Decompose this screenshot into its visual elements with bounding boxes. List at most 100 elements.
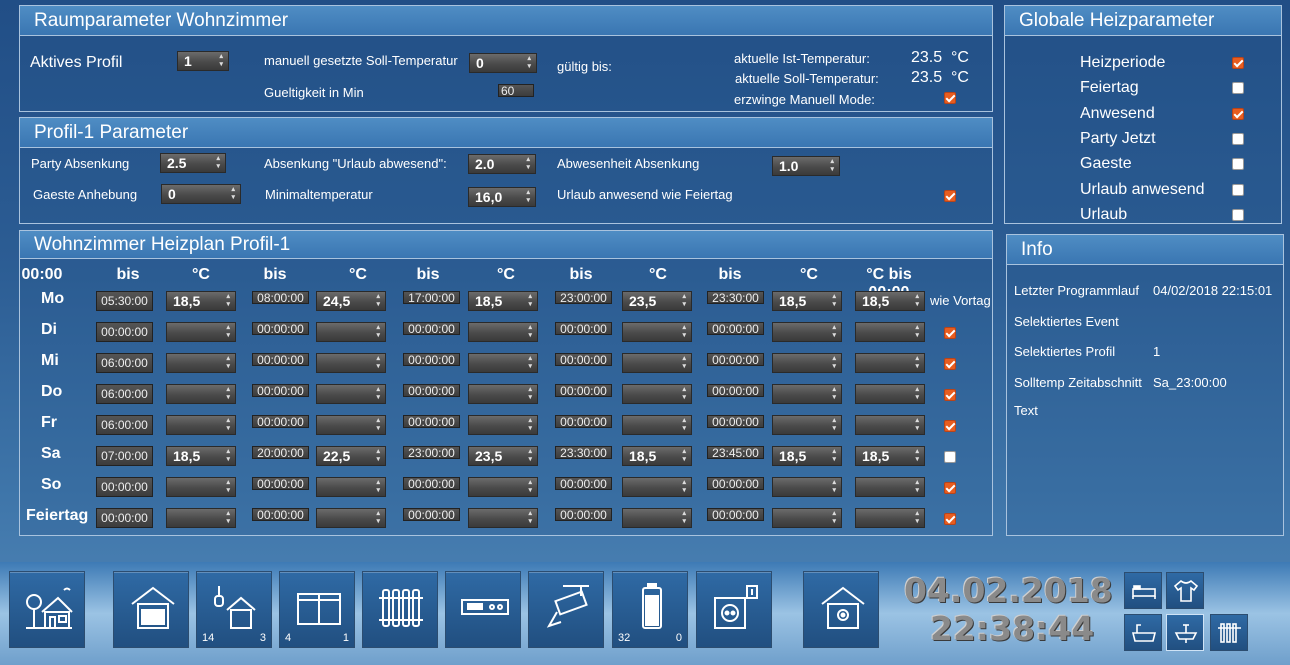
active-profile-select[interactable]: 1 xyxy=(177,51,229,71)
schedule-temp-select[interactable]: 18,5 xyxy=(855,291,925,311)
schedule-time-input[interactable]: 00:00:00 xyxy=(252,477,309,490)
min-temp-select[interactable]: 16,0 xyxy=(468,187,536,207)
schedule-temp-select[interactable] xyxy=(316,477,386,497)
schedule-time-input[interactable]: 23:00:00 xyxy=(403,446,460,459)
bathroom-button[interactable] xyxy=(1124,614,1162,651)
schedule-time-input[interactable]: 00:00:00 xyxy=(707,477,764,490)
schedule-time-input[interactable]: 17:00:00 xyxy=(403,291,460,304)
urlaub-feiertag-checkbox[interactable] xyxy=(944,190,956,202)
schedule-temp-select[interactable] xyxy=(772,508,842,528)
schedule-temp-select[interactable]: 18,5 xyxy=(772,446,842,466)
schedule-temp-select[interactable] xyxy=(772,353,842,373)
same-as-yesterday-checkbox[interactable] xyxy=(944,451,956,463)
schedule-temp-select[interactable] xyxy=(622,322,692,342)
schedule-time-input[interactable]: 00:00:00 xyxy=(403,415,460,428)
schedule-time-input[interactable]: 23:00:00 xyxy=(555,291,612,304)
schedule-temp-select[interactable] xyxy=(316,322,386,342)
schedule-time-input[interactable]: 00:00:00 xyxy=(252,508,309,521)
schedule-temp-select[interactable] xyxy=(468,353,538,373)
schedule-time-input[interactable]: 00:00:00 xyxy=(252,322,309,335)
schedule-time-input[interactable]: 06:00:00 xyxy=(96,384,153,404)
gaeste-select[interactable]: 0 xyxy=(161,184,241,204)
schedule-time-input[interactable]: 00:00:00 xyxy=(707,384,764,397)
lights-button[interactable]: 14 3 xyxy=(196,571,272,648)
battery-button[interactable]: 32 0 xyxy=(612,571,688,648)
schedule-time-input[interactable]: 00:00:00 xyxy=(96,477,153,497)
schedule-temp-select[interactable] xyxy=(316,384,386,404)
global-item-checkbox[interactable] xyxy=(1232,183,1244,196)
global-item-checkbox[interactable] xyxy=(1232,57,1244,69)
manual-temp-select[interactable]: 0 xyxy=(469,53,537,73)
schedule-temp-select[interactable] xyxy=(622,508,692,528)
home-outdoor-button[interactable] xyxy=(9,571,85,648)
schedule-temp-select[interactable] xyxy=(855,353,925,373)
schedule-temp-select[interactable] xyxy=(316,415,386,435)
schedule-time-input[interactable]: 00:00:00 xyxy=(707,415,764,428)
schedule-temp-select[interactable] xyxy=(468,384,538,404)
schedule-temp-select[interactable] xyxy=(772,384,842,404)
global-item-checkbox[interactable] xyxy=(1232,208,1244,221)
schedule-temp-select[interactable] xyxy=(622,415,692,435)
schedule-time-input[interactable]: 00:00:00 xyxy=(403,477,460,490)
same-as-yesterday-checkbox[interactable] xyxy=(944,420,956,432)
schedule-time-input[interactable]: 06:00:00 xyxy=(96,415,153,435)
heating-small-button[interactable] xyxy=(1210,614,1248,651)
schedule-temp-select[interactable] xyxy=(468,477,538,497)
house-settings-button[interactable] xyxy=(803,571,879,648)
schedule-temp-select[interactable] xyxy=(316,353,386,373)
schedule-temp-select[interactable] xyxy=(622,353,692,373)
schedule-temp-select[interactable] xyxy=(855,508,925,528)
schedule-time-input[interactable]: 00:00:00 xyxy=(555,322,612,335)
schedule-temp-select[interactable] xyxy=(166,477,236,497)
schedule-time-input[interactable]: 07:00:00 xyxy=(96,446,153,466)
schedule-time-input[interactable]: 00:00:00 xyxy=(252,353,309,366)
windows-button[interactable]: 4 1 xyxy=(279,571,355,648)
camera-button[interactable] xyxy=(528,571,604,648)
schedule-temp-select[interactable] xyxy=(855,477,925,497)
schedule-temp-select[interactable] xyxy=(468,322,538,342)
bedroom-button[interactable] xyxy=(1124,572,1162,609)
same-as-yesterday-checkbox[interactable] xyxy=(944,358,956,370)
schedule-temp-select[interactable] xyxy=(166,508,236,528)
schedule-time-input[interactable]: 00:00:00 xyxy=(707,353,764,366)
abwesend-select[interactable]: 1.0 xyxy=(772,156,840,176)
schedule-temp-select[interactable] xyxy=(622,477,692,497)
schedule-time-input[interactable]: 00:00:00 xyxy=(707,508,764,521)
washroom-button[interactable] xyxy=(1166,614,1204,651)
party-select[interactable]: 2.5 xyxy=(160,153,226,173)
schedule-temp-select[interactable] xyxy=(772,477,842,497)
schedule-time-input[interactable]: 00:00:00 xyxy=(555,415,612,428)
schedule-temp-select[interactable] xyxy=(468,415,538,435)
schedule-temp-select[interactable] xyxy=(166,415,236,435)
schedule-time-input[interactable]: 06:00:00 xyxy=(96,353,153,373)
schedule-time-input[interactable]: 00:00:00 xyxy=(555,508,612,521)
schedule-time-input[interactable]: 00:00:00 xyxy=(555,353,612,366)
schedule-temp-select[interactable] xyxy=(468,508,538,528)
schedule-temp-select[interactable] xyxy=(166,322,236,342)
schedule-time-input[interactable]: 00:00:00 xyxy=(555,384,612,397)
schedule-temp-select[interactable]: 18,5 xyxy=(166,291,236,311)
schedule-time-input[interactable]: 00:00:00 xyxy=(403,322,460,335)
schedule-temp-select[interactable] xyxy=(855,384,925,404)
wardrobe-button[interactable] xyxy=(1166,572,1204,609)
schedule-time-input[interactable]: 00:00:00 xyxy=(96,508,153,528)
global-item-checkbox[interactable] xyxy=(1232,158,1244,171)
media-button[interactable] xyxy=(445,571,521,648)
urlaub-abw-select[interactable]: 2.0 xyxy=(468,154,536,174)
schedule-temp-select[interactable] xyxy=(166,384,236,404)
schedule-temp-select[interactable]: 18,5 xyxy=(468,291,538,311)
schedule-temp-select[interactable] xyxy=(772,322,842,342)
same-as-yesterday-checkbox[interactable] xyxy=(944,389,956,401)
schedule-time-input[interactable]: 00:00:00 xyxy=(403,508,460,521)
schedule-temp-select[interactable]: 18,5 xyxy=(772,291,842,311)
global-item-checkbox[interactable] xyxy=(1232,82,1244,95)
global-item-checkbox[interactable] xyxy=(1232,132,1244,145)
schedule-time-input[interactable]: 00:00:00 xyxy=(96,322,153,342)
socket-button[interactable] xyxy=(696,571,772,648)
schedule-time-input[interactable]: 00:00:00 xyxy=(707,322,764,335)
schedule-time-input[interactable]: 23:30:00 xyxy=(707,291,764,304)
same-as-yesterday-checkbox[interactable] xyxy=(944,482,956,494)
schedule-time-input[interactable]: 23:30:00 xyxy=(555,446,612,459)
schedule-temp-select[interactable] xyxy=(622,384,692,404)
schedule-temp-select[interactable] xyxy=(772,415,842,435)
